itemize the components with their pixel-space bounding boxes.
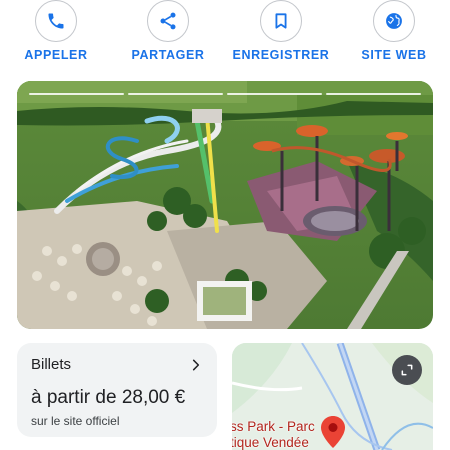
place-label-line2: tique Vendée: [232, 435, 309, 450]
share-icon: [160, 12, 176, 30]
chevron-right-icon: [192, 359, 200, 370]
map-pin-icon: [321, 416, 345, 448]
photo-progress-indicator: [29, 93, 421, 95]
aerial-water-park-photo: [17, 81, 433, 329]
website-button[interactable]: SITE WEB: [338, 0, 450, 62]
map-preview[interactable]: ss Park - Parc tique Vendée: [232, 343, 433, 450]
tickets-card[interactable]: Billets à partir de 28,00 € sur le site …: [17, 343, 217, 437]
save-button-label: ENREGISTRER: [232, 48, 330, 62]
call-button-label: APPELER: [24, 48, 88, 62]
save-button[interactable]: ENREGISTRER: [225, 0, 337, 62]
call-button[interactable]: APPELER: [0, 0, 112, 62]
expand-map-button[interactable]: [392, 355, 422, 385]
tickets-price: à partir de 28,00 €: [31, 387, 186, 408]
tickets-title: Billets: [31, 356, 72, 373]
tickets-source: sur le site officiel: [31, 414, 120, 428]
phone-icon: [48, 13, 64, 29]
action-bar: APPELER PARTAGER ENREGISTRER SITE WEB: [0, 0, 450, 80]
park-photo[interactable]: [17, 81, 433, 329]
place-label-line1: ss Park - Parc: [232, 419, 315, 434]
expand-icon: [401, 364, 413, 376]
globe-icon: [386, 13, 402, 29]
website-button-label: SITE WEB: [361, 48, 427, 62]
share-button-label: PARTAGER: [131, 48, 205, 62]
share-button[interactable]: PARTAGER: [112, 0, 224, 62]
bookmark-icon: [275, 13, 287, 29]
